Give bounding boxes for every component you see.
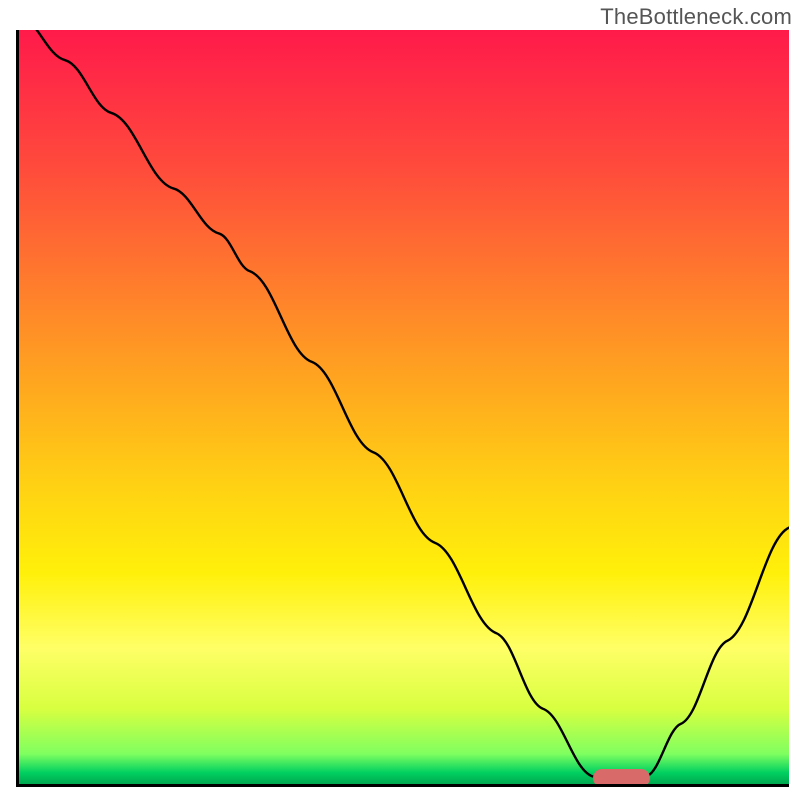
optimal-range-marker — [593, 769, 651, 787]
curve-svg — [19, 30, 789, 784]
chart-container: TheBottleneck.com — [0, 0, 800, 800]
watermark-text: TheBottleneck.com — [600, 4, 792, 30]
bottleneck-curve — [19, 30, 789, 776]
plot-area — [16, 30, 789, 787]
